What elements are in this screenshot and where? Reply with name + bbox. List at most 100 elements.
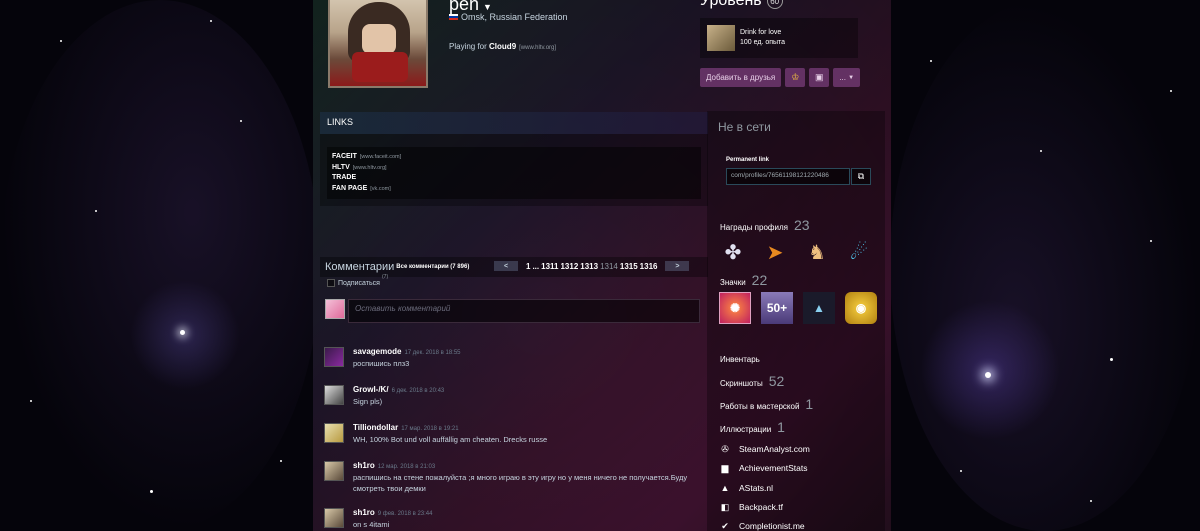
- page-link[interactable]: 1311: [541, 262, 558, 271]
- subscribe-label: Подписаться: [338, 279, 380, 287]
- award-icon[interactable]: ♔: [785, 68, 806, 87]
- artwork-link[interactable]: Иллюстрации 1: [720, 419, 785, 435]
- backpack-icon: ◧: [720, 501, 730, 512]
- ferris-wheel-badge-icon[interactable]: ✺: [719, 292, 751, 324]
- awards-label: Награды профиля: [720, 223, 788, 232]
- inventory-link[interactable]: Инвентарь: [720, 355, 760, 364]
- link-url: [www.hltv.org]: [352, 164, 387, 171]
- winged-award-icon[interactable]: ✤: [719, 238, 747, 266]
- screenshots-link[interactable]: Скриншоты 52: [720, 373, 784, 389]
- fox-award-icon[interactable]: ➤: [761, 238, 789, 266]
- favorite-badge-name: Drink for love: [740, 29, 782, 36]
- chevron-down-icon[interactable]: ▼: [483, 2, 492, 12]
- link-label: FAN PAGE: [332, 184, 368, 192]
- inventory-label: Инвентарь: [720, 355, 760, 364]
- artwork-count: 1: [777, 419, 785, 435]
- comment-author[interactable]: Tilliondollar: [353, 423, 398, 432]
- badges-header[interactable]: Значки 22: [720, 272, 767, 288]
- badges-label: Значки: [720, 278, 746, 287]
- page-link[interactable]: 1316: [640, 262, 658, 271]
- link-hltv[interactable]: HLTV [www.hltv.org]: [332, 163, 696, 174]
- copy-icon[interactable]: ⧉: [851, 168, 871, 185]
- comment-author[interactable]: sh1ro: [353, 461, 375, 470]
- link-fan-page[interactable]: FAN PAGE [vk.com]: [332, 184, 696, 195]
- comments-header: Комментарии Все комментарии (7 896) < 1 …: [320, 257, 708, 277]
- creature-award-icon[interactable]: ♞: [803, 238, 831, 266]
- all-comments-suffix: (7): [382, 274, 389, 280]
- comment-author[interactable]: sh1ro: [353, 508, 375, 517]
- right-sidebar: Не в сети Permanent link com/profiles/76…: [707, 111, 885, 531]
- comment-avatar[interactable]: [324, 385, 344, 405]
- years-badge-icon[interactable]: 50+: [761, 292, 793, 324]
- comment-item: sh1ro 9 фев. 2018 в 23:44 on s 4itami: [324, 508, 699, 530]
- team-site: [www.hltv.org]: [519, 45, 557, 51]
- comment-item: Tilliondollar 17 мар. 2018 в 19:21 WH, 10…: [324, 423, 699, 445]
- permanent-link-field[interactable]: com/profiles/76561198121220486: [726, 168, 850, 185]
- workshop-count: 1: [805, 396, 814, 412]
- next-page-button[interactable]: >: [665, 261, 690, 271]
- awards-row: ✤ ➤ ♞ ☄: [719, 238, 873, 266]
- workshop-label: Работы в мастерской: [720, 402, 800, 411]
- comment-time: 17 дек. 2018 в 18:55: [404, 350, 461, 356]
- more-actions-button[interactable]: ... ▼: [833, 68, 861, 87]
- comment-input[interactable]: Оставить комментарий: [348, 299, 700, 323]
- comment-item: Growl-/K/6 дек. 2018 в 20:43 Sign pls): [324, 385, 699, 407]
- artwork-label: Иллюстрации: [720, 425, 772, 434]
- ext-link-label: SteamAnalyst.com: [739, 444, 810, 454]
- link-faceit[interactable]: FACEIT [www.faceit.com]: [332, 152, 696, 163]
- link-url: [www.faceit.com]: [359, 154, 402, 160]
- team-name[interactable]: Cloud9: [489, 42, 516, 51]
- awards-header[interactable]: Награды профиля 23: [720, 217, 810, 233]
- online-status: Не в сети: [718, 120, 771, 134]
- page-link[interactable]: 1313: [580, 262, 598, 271]
- add-friend-button[interactable]: Добавить в друзья: [700, 68, 782, 87]
- comment-text: распишись на стене пожалуйста ;я много и…: [353, 473, 688, 493]
- location: Omsk, Russian Federation: [449, 12, 568, 22]
- subscribe-checkbox[interactable]: [327, 279, 335, 287]
- comment-avatar[interactable]: [324, 461, 344, 481]
- arrow-badge-icon[interactable]: ▲: [803, 292, 835, 324]
- favorite-badge-image: [707, 25, 735, 51]
- workshop-link[interactable]: Работы в мастерской 1: [720, 396, 813, 412]
- comment-author[interactable]: Growl-/K/: [353, 385, 389, 394]
- page-link[interactable]: 1: [526, 262, 530, 271]
- favorite-badge[interactable]: Drink for love 100 ед. опыта: [700, 18, 858, 58]
- badges-count: 22: [751, 272, 768, 288]
- more-label: ...: [839, 73, 846, 82]
- achievementstats-link[interactable]: ▆ AchievementStats: [720, 463, 808, 474]
- page-link[interactable]: 1312: [560, 262, 578, 271]
- comment-avatar[interactable]: [324, 423, 344, 443]
- steamanalyst-link[interactable]: ✇ SteamAnalyst.com: [720, 444, 810, 455]
- comment-avatar[interactable]: [324, 347, 344, 367]
- level-header: Уровень 60: [700, 0, 783, 10]
- comment-text: WH, 100% Bot und voll auffällig am cheat…: [353, 435, 548, 444]
- all-comments-link[interactable]: Все комментарии (7 896): [396, 264, 469, 270]
- russia-flag-icon: [449, 14, 458, 20]
- comment-item: savagemode 17 дек. 2018 в 18:55 роспишись…: [324, 347, 699, 369]
- subscribe-toggle[interactable]: Подписаться: [327, 279, 380, 287]
- backpack-link[interactable]: ◧ Backpack.tf: [720, 501, 783, 513]
- comment-time: 17 мар. 2018 в 19:21: [401, 426, 459, 432]
- dropdown-icon: ▼: [848, 74, 855, 81]
- location-text: Omsk, Russian Federation: [461, 12, 568, 22]
- ext-link-label: AchievementStats: [739, 463, 808, 473]
- profile-card-icon[interactable]: ▣: [809, 68, 830, 87]
- completionist-icon: ✔: [721, 520, 729, 531]
- link-trade[interactable]: TRADE: [332, 173, 696, 184]
- badges-row: ✺ 50+ ▲ ◉: [719, 292, 877, 324]
- prev-page-button[interactable]: <: [494, 261, 518, 271]
- my-avatar: [325, 299, 345, 319]
- level-badge[interactable]: 60: [766, 0, 783, 9]
- links-list: FACEIT [www.faceit.com] HLTV [www.hltv.org…: [327, 147, 701, 199]
- comments-pager: < 1 ... 1311 1312 1313 1314 1315 1316 >: [494, 261, 690, 271]
- link-label: HLTV: [332, 163, 350, 171]
- steam-coin-badge-icon[interactable]: ◉: [845, 292, 877, 324]
- link-url: [vk.com]: [370, 185, 391, 192]
- profile-avatar: [328, 0, 428, 88]
- page-link[interactable]: 1315: [620, 262, 638, 271]
- comet-award-icon[interactable]: ☄: [845, 238, 873, 266]
- comment-author[interactable]: savagemode: [353, 347, 401, 356]
- completionist-link[interactable]: ✔ Completionist.me: [720, 520, 804, 531]
- comment-avatar[interactable]: [324, 508, 344, 528]
- astats-link[interactable]: ▲ AStats.nl: [720, 483, 774, 493]
